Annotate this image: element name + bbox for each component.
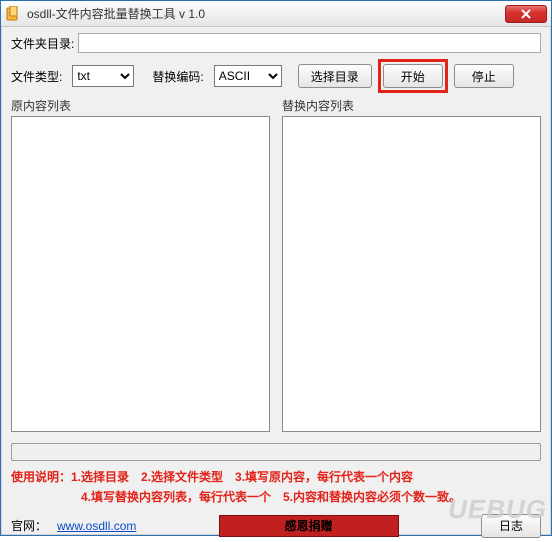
encoding-label: 替换编码: [152, 68, 203, 85]
app-icon [5, 6, 21, 22]
start-button-highlight: 开始 [378, 59, 448, 93]
close-button[interactable] [505, 5, 547, 23]
lists-row: 原内容列表 替换内容列表 [11, 97, 541, 435]
instructions-line1: 使用说明：1.选择目录 2.选择文件类型 3.填写原内容，每行代表一个内容 [11, 467, 541, 487]
progress-wrap [11, 443, 541, 461]
folder-dir-row: 文件夹目录: [11, 33, 541, 53]
progress-bar [11, 443, 541, 461]
orig-list-textarea[interactable] [11, 116, 270, 432]
close-icon [521, 9, 531, 19]
replace-list-textarea[interactable] [282, 116, 541, 432]
log-button[interactable]: 日志 [481, 514, 541, 538]
orig-list-label: 原内容列表 [11, 97, 270, 114]
start-button[interactable]: 开始 [383, 64, 443, 88]
donate-button[interactable]: 感恩捐赠 [219, 515, 399, 537]
file-type-select[interactable]: txt [72, 65, 134, 87]
options-row: 文件类型: txt 替换编码: ASCII 选择目录 开始 停止 [11, 59, 541, 93]
choose-dir-button[interactable]: 选择目录 [298, 64, 372, 88]
replace-list-label: 替换内容列表 [282, 97, 541, 114]
website-label: 官网： [11, 517, 47, 534]
instructions: 使用说明：1.选择目录 2.选择文件类型 3.填写原内容，每行代表一个内容 4.… [11, 467, 541, 508]
app-window: osdll-文件内容批量替换工具 v 1.0 文件夹目录: 文件类型: txt … [0, 0, 552, 536]
replace-list-col: 替换内容列表 [282, 97, 541, 435]
folder-dir-label: 文件夹目录: [11, 35, 74, 52]
file-type-label: 文件类型: [11, 68, 62, 85]
titlebar: osdll-文件内容批量替换工具 v 1.0 [1, 1, 551, 27]
window-title: osdll-文件内容批量替换工具 v 1.0 [27, 5, 505, 22]
stop-button[interactable]: 停止 [454, 64, 514, 88]
encoding-select[interactable]: ASCII [214, 65, 282, 87]
website-link[interactable]: www.osdll.com [57, 519, 136, 533]
client-area: 文件夹目录: 文件类型: txt 替换编码: ASCII 选择目录 开始 停止 … [1, 27, 551, 542]
instructions-line2: 4.填写替换内容列表，每行代表一个 5.内容和替换内容必须个数一致。 [11, 487, 541, 507]
footer-row: 官网： www.osdll.com 感恩捐赠 日志 [11, 514, 541, 538]
folder-dir-input[interactable] [78, 33, 541, 53]
orig-list-col: 原内容列表 [11, 97, 270, 435]
